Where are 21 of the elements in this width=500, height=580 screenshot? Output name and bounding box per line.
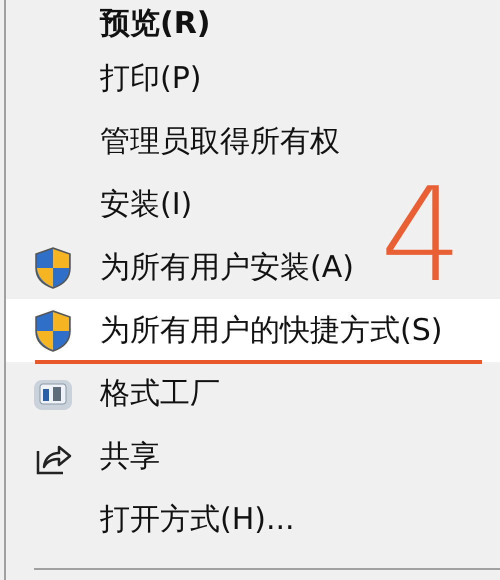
menu-item-label: 共享 xyxy=(100,438,160,476)
menu-item[interactable]: 为所有用户的快捷方式(S) xyxy=(6,299,500,362)
menu-item[interactable]: 共享 xyxy=(6,425,168,488)
menu-item[interactable]: 打印(P) xyxy=(6,47,210,110)
shield-icon xyxy=(33,246,73,290)
menu-item[interactable]: 打开方式(H)... xyxy=(6,488,303,551)
menu-item[interactable]: 管理员取得所有权 xyxy=(6,110,348,173)
menu-item-label: 安装(I) xyxy=(100,186,192,224)
menu-item-label: 为所有用户安装(A) xyxy=(100,249,354,287)
shield-icon xyxy=(33,308,73,352)
menu-item-label: 管理员取得所有权 xyxy=(100,123,340,161)
menu-item-label: 格式工厂 xyxy=(100,375,220,413)
menu-item[interactable]: 安装(I) xyxy=(6,173,200,236)
menu-item[interactable]: 格式工厂 xyxy=(6,362,228,425)
handwritten-annotation: 4 xyxy=(380,170,463,300)
menu-item-label: 打开方式(H)... xyxy=(100,501,295,539)
menu-item-label: 为所有用户的快捷方式(S) xyxy=(100,312,442,350)
menu-item-label: 预览(R) xyxy=(100,5,211,43)
menu-item[interactable]: 预览(R) xyxy=(6,0,219,47)
menu-item[interactable]: 为所有用户安装(A) xyxy=(6,236,362,299)
menu-item-label: 打印(P) xyxy=(100,60,202,98)
